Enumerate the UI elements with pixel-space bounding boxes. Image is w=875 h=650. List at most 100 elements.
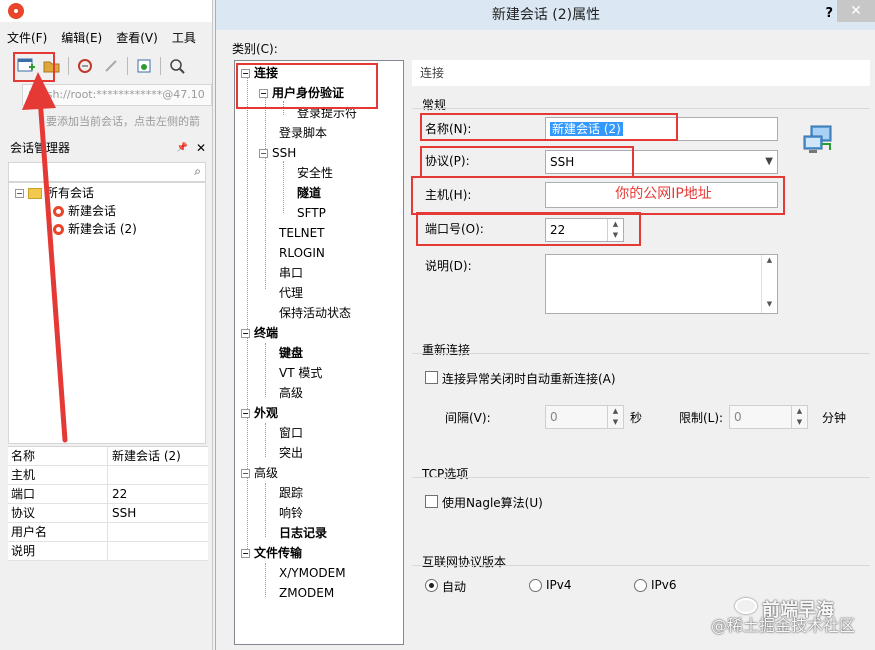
collapse-toggle[interactable]: −	[241, 469, 250, 478]
tree-rlogin[interactable]: RLOGIN	[279, 244, 325, 262]
pin-icon[interactable]: 📌	[177, 138, 188, 158]
ipv4-radio[interactable]	[529, 579, 542, 592]
tree-terminal-label: 终端	[254, 326, 279, 340]
tree-guide	[283, 101, 284, 115]
tree-terminal[interactable]: − 终端	[241, 324, 278, 342]
collapse-toggle[interactable]: −	[259, 89, 268, 98]
auto-reconnect-checkbox[interactable]	[425, 371, 438, 384]
tree-guide	[265, 343, 266, 397]
tree-keepalive[interactable]: 保持活动状态	[279, 304, 351, 322]
tree-telnet[interactable]: TELNET	[279, 224, 325, 242]
property-key: 协议	[8, 504, 108, 522]
address-bar[interactable]: ssh://root:************@47.10	[22, 84, 212, 106]
scroll-up-icon[interactable]: ▲	[762, 255, 777, 284]
interval-spinner[interactable]: ▲ ▼	[607, 406, 623, 428]
collapse-toggle[interactable]: −	[241, 409, 250, 418]
tree-terminal-advanced[interactable]: 高级	[279, 384, 303, 402]
tree-appearance[interactable]: − 外观	[241, 404, 278, 422]
collapse-toggle[interactable]: −	[241, 69, 250, 78]
tree-highlight[interactable]: 突出	[279, 444, 303, 462]
tree-file-transfer-label: 文件传输	[254, 546, 303, 560]
tree-serial[interactable]: 串口	[279, 264, 303, 282]
menu-tools[interactable]: 工具	[165, 28, 203, 48]
limit-input[interactable]: 0 ▲ ▼	[729, 405, 808, 429]
description-input[interactable]: ▲ ▼	[545, 254, 778, 314]
chevron-down-icon: ▼	[765, 156, 773, 167]
description-scrollbar[interactable]: ▲ ▼	[761, 255, 777, 313]
tree-logging[interactable]: 日志记录	[279, 524, 327, 542]
close-button[interactable]: ✕	[837, 0, 875, 22]
tree-connection[interactable]: − 连接	[241, 64, 278, 82]
find-button[interactable]	[167, 56, 187, 76]
help-button[interactable]: ?	[825, 0, 833, 28]
collapse-toggle[interactable]: −	[241, 329, 250, 338]
tree-zmodem[interactable]: ZMODEM	[279, 584, 334, 602]
tree-root[interactable]: − 所有会话	[15, 184, 94, 202]
spin-down-icon[interactable]: ▼	[608, 230, 623, 241]
spin-down-icon[interactable]: ▼	[792, 417, 807, 428]
tree-sftp[interactable]: SFTP	[297, 204, 326, 222]
tree-file-transfer[interactable]: − 文件传输	[241, 544, 302, 562]
interval-input[interactable]: 0 ▲ ▼	[545, 405, 624, 429]
session-item-label: 新建会话 (2)	[68, 222, 137, 236]
connect-button[interactable]	[75, 56, 95, 76]
interval-value: 0	[550, 410, 558, 424]
scroll-down-icon[interactable]: ▼	[762, 284, 777, 313]
open-folder-button[interactable]	[42, 56, 62, 76]
collapse-toggle[interactable]: −	[241, 549, 250, 558]
category-label: 类别(C):	[232, 42, 278, 56]
menu-view[interactable]: 查看(V)	[109, 28, 165, 48]
menu-edit[interactable]: 编辑(E)	[54, 28, 109, 48]
group-divider	[412, 565, 870, 566]
dialog-title: 新建会话 (2)属性	[216, 0, 875, 30]
collapse-toggle[interactable]: −	[15, 189, 24, 198]
name-input[interactable]: 新建会话 (2)	[545, 117, 778, 141]
spin-up-icon[interactable]: ▲	[608, 219, 623, 230]
protocol-select[interactable]: SSH ▼	[545, 150, 778, 174]
port-input[interactable]: 22 ▲ ▼	[545, 218, 624, 242]
limit-spinner[interactable]: ▲ ▼	[791, 406, 807, 428]
spin-up-icon[interactable]: ▲	[608, 406, 623, 417]
disconnect-button[interactable]	[101, 56, 121, 76]
tree-guide	[265, 483, 266, 537]
property-row: 用户名	[8, 523, 208, 542]
interval-label: 间隔(V):	[445, 411, 491, 425]
tree-security[interactable]: 安全性	[297, 164, 333, 182]
settings-button[interactable]	[134, 56, 154, 76]
tree-window[interactable]: 窗口	[279, 424, 303, 442]
tree-guide	[265, 423, 266, 457]
nagle-checkbox[interactable]	[425, 495, 438, 508]
close-panel-button[interactable]: ✕	[196, 138, 206, 158]
tree-login-script[interactable]: 登录脚本	[279, 124, 327, 142]
tree-trace[interactable]: 跟踪	[279, 484, 303, 502]
tree-login-prompt[interactable]: 登录提示符	[297, 104, 357, 122]
property-key: 端口	[8, 485, 108, 503]
tree-auth[interactable]: − 用户身份验证	[259, 84, 344, 102]
menu-file[interactable]: 文件(F)	[0, 28, 54, 48]
host-input[interactable]: 你的公网IP地址	[545, 182, 778, 208]
tree-proxy[interactable]: 代理	[279, 284, 303, 302]
reconnect-group-title: 重新连接	[422, 343, 471, 357]
tree-keyboard[interactable]: 键盘	[279, 344, 303, 362]
port-spinner[interactable]: ▲ ▼	[607, 219, 623, 241]
spin-up-icon[interactable]: ▲	[792, 406, 807, 417]
tree-tunnel[interactable]: 隧道	[297, 184, 321, 202]
search-icon: ⌕	[194, 164, 201, 178]
add-session-hint: 要添加当前会话，点击左侧的箭	[46, 115, 200, 128]
tree-xymodem[interactable]: X/YMODEM	[279, 564, 346, 582]
address-text: ssh://root:************@47.10	[41, 88, 205, 101]
spin-down-icon[interactable]: ▼	[608, 417, 623, 428]
session-item[interactable]: 新建会话 (2)	[53, 220, 137, 238]
tree-vt-mode[interactable]: VT 模式	[279, 364, 322, 382]
tree-bell[interactable]: 响铃	[279, 504, 303, 522]
new-session-button[interactable]	[16, 56, 36, 76]
session-search-input[interactable]: ⌕	[8, 162, 206, 182]
session-item[interactable]: 新建会话	[53, 202, 116, 220]
limit-label: 限制(L):	[679, 411, 724, 425]
folder-icon	[28, 188, 42, 199]
ipv6-radio[interactable]	[634, 579, 647, 592]
ip-auto-radio[interactable]	[425, 579, 438, 592]
tree-ssh[interactable]: − SSH	[259, 144, 296, 162]
tree-advanced[interactable]: − 高级	[241, 464, 278, 482]
collapse-toggle[interactable]: −	[259, 149, 268, 158]
